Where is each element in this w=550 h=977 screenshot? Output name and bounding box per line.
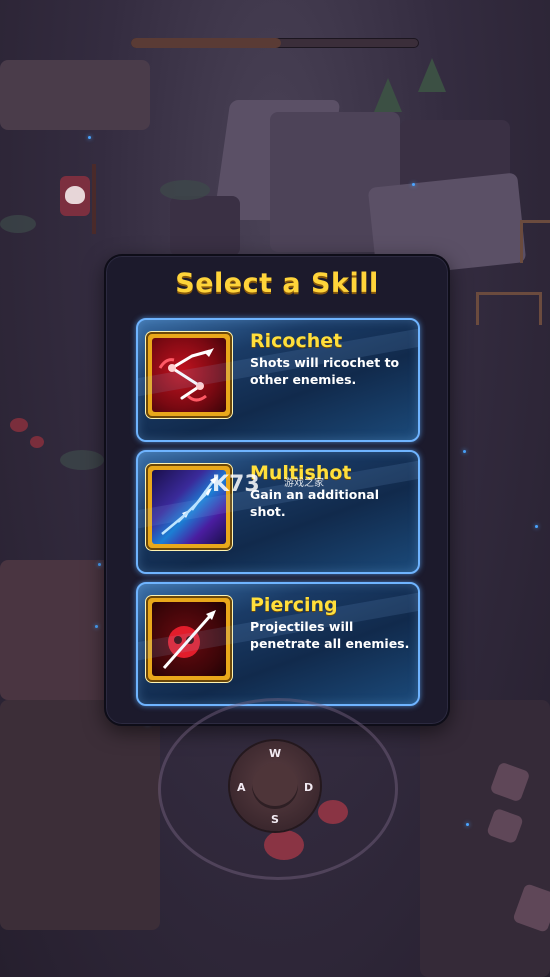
skill-name: Ricochet bbox=[250, 330, 343, 352]
skill-select-dialog: Select a Skill Ricochet Shots will ricoc… bbox=[104, 254, 450, 726]
particle bbox=[535, 525, 538, 528]
piercing-icon bbox=[146, 596, 232, 682]
enemy-totem bbox=[52, 164, 98, 234]
particle bbox=[98, 563, 101, 566]
tree bbox=[418, 58, 446, 92]
cliff bbox=[0, 60, 150, 130]
mushroom bbox=[10, 418, 28, 432]
ricochet-icon bbox=[146, 332, 232, 418]
skill-card-multishot[interactable]: Multishot Gain an additional shot. bbox=[136, 450, 420, 574]
particle bbox=[88, 136, 91, 139]
joystick-knob[interactable] bbox=[252, 763, 298, 809]
key-d-label: D bbox=[304, 781, 314, 794]
key-s-label: S bbox=[271, 813, 279, 826]
rock bbox=[170, 196, 240, 256]
skill-name: Piercing bbox=[250, 594, 338, 616]
skill-card-piercing[interactable]: Piercing Projectiles will penetrate all … bbox=[136, 582, 420, 706]
skull-icon bbox=[65, 186, 85, 204]
tree bbox=[374, 78, 402, 112]
dialog-title: Select a Skill bbox=[175, 268, 379, 299]
watermark-logo: K73 bbox=[212, 472, 260, 497]
grass bbox=[160, 180, 210, 200]
skill-description: Projectiles will penetrate all enemies. bbox=[250, 619, 410, 651]
particle bbox=[466, 823, 469, 826]
grass bbox=[0, 215, 36, 233]
cliff bbox=[420, 700, 550, 977]
key-w-label: W bbox=[269, 747, 282, 760]
watermark-subtitle: 游戏之家 bbox=[284, 478, 324, 489]
fence bbox=[520, 220, 550, 263]
skill-description: Shots will ricochet to other enemies. bbox=[250, 355, 400, 387]
fence bbox=[476, 292, 542, 325]
grass bbox=[60, 450, 104, 470]
particle bbox=[463, 450, 466, 453]
particle bbox=[412, 183, 415, 186]
level-progress-fill bbox=[131, 38, 281, 48]
cliff bbox=[0, 700, 160, 930]
skill-description: Gain an additional shot. bbox=[250, 487, 379, 519]
key-a-label: A bbox=[237, 781, 246, 794]
movement-joystick[interactable]: W A D S bbox=[230, 741, 320, 831]
mushroom bbox=[30, 436, 44, 448]
particle bbox=[95, 625, 98, 628]
skill-card-ricochet[interactable]: Ricochet Shots will ricochet to other en… bbox=[136, 318, 420, 442]
level-progress-bar bbox=[131, 38, 419, 48]
